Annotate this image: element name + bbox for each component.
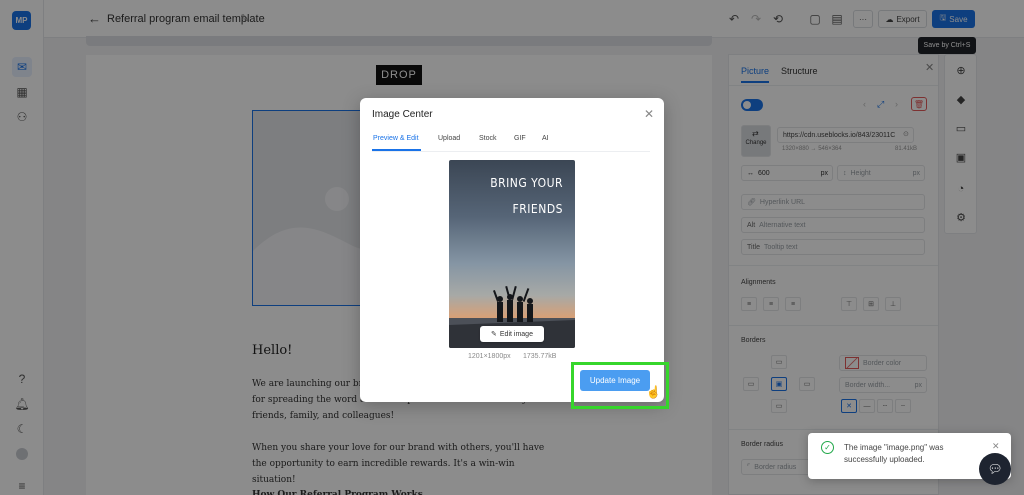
update-image-button[interactable]: Update Image — [580, 370, 650, 391]
tab-upload[interactable]: Upload — [438, 135, 460, 142]
friends-silhouette — [449, 285, 575, 348]
image-dimensions: 1201×1800px — [468, 353, 511, 360]
image-preview: BRING YOUR FRIENDS — [449, 160, 575, 348]
tab-gif[interactable]: GIF — [514, 135, 526, 142]
close-icon[interactable]: ✕ — [992, 441, 1000, 452]
tab-stock[interactable]: Stock — [479, 135, 497, 142]
tab-ai[interactable]: AI — [542, 135, 549, 142]
divider — [372, 151, 650, 152]
check-circle-icon: ✓ — [821, 441, 834, 454]
tab-preview-edit[interactable]: Preview & Edit — [373, 135, 419, 142]
edit-image-button[interactable]: ✎ Edit image — [480, 326, 544, 342]
chat-support-icon[interactable]: 💬︎ — [979, 453, 1011, 485]
edit-image-label: Edit image — [499, 330, 533, 338]
image-center-modal: Image Center ✕ Preview & Edit Upload Sto… — [360, 98, 664, 402]
close-icon[interactable]: ✕ — [644, 107, 654, 121]
toast-message: The image "image.png" was successfully u… — [844, 443, 944, 464]
hand-cursor-icon: ☝ — [646, 385, 661, 399]
pencil-icon: ✎ — [491, 331, 497, 338]
modal-title: Image Center — [372, 109, 433, 120]
image-size: 1735.77kB — [523, 353, 557, 360]
